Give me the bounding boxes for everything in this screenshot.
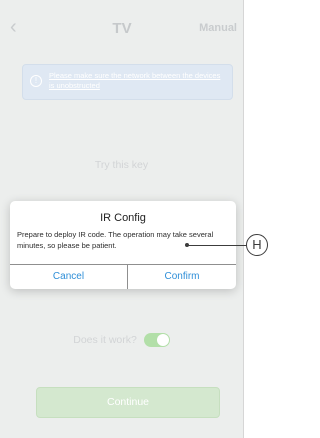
manual-button[interactable]: Manual [199,22,237,34]
toggle-knob [156,334,169,346]
confirm-button[interactable]: Confirm [128,265,236,289]
info-banner: ! Please make sure the network between t… [22,64,233,100]
works-toggle[interactable] [143,333,170,347]
header: ‹ TV Manual [0,0,243,52]
continue-button[interactable]: Continue [36,387,220,418]
works-row: Does it work? [0,333,243,351]
info-icon: ! [30,75,42,87]
try-key-label: Try this key [94,159,149,171]
cancel-button[interactable]: Cancel [10,265,127,289]
info-banner-text[interactable]: Please make sure the network between the… [49,71,227,91]
callout-line [187,245,247,246]
dialog-buttons: Cancel Confirm [10,264,236,289]
callout-badge: H [246,234,268,256]
dialog-title: IR Config [100,212,146,224]
dialog-message: Prepare to deploy IR code. The operation… [17,230,214,250]
works-label: Does it work? [73,334,137,346]
app-screen: ‹ TV Manual ! Please make sure the netwo… [0,0,244,438]
